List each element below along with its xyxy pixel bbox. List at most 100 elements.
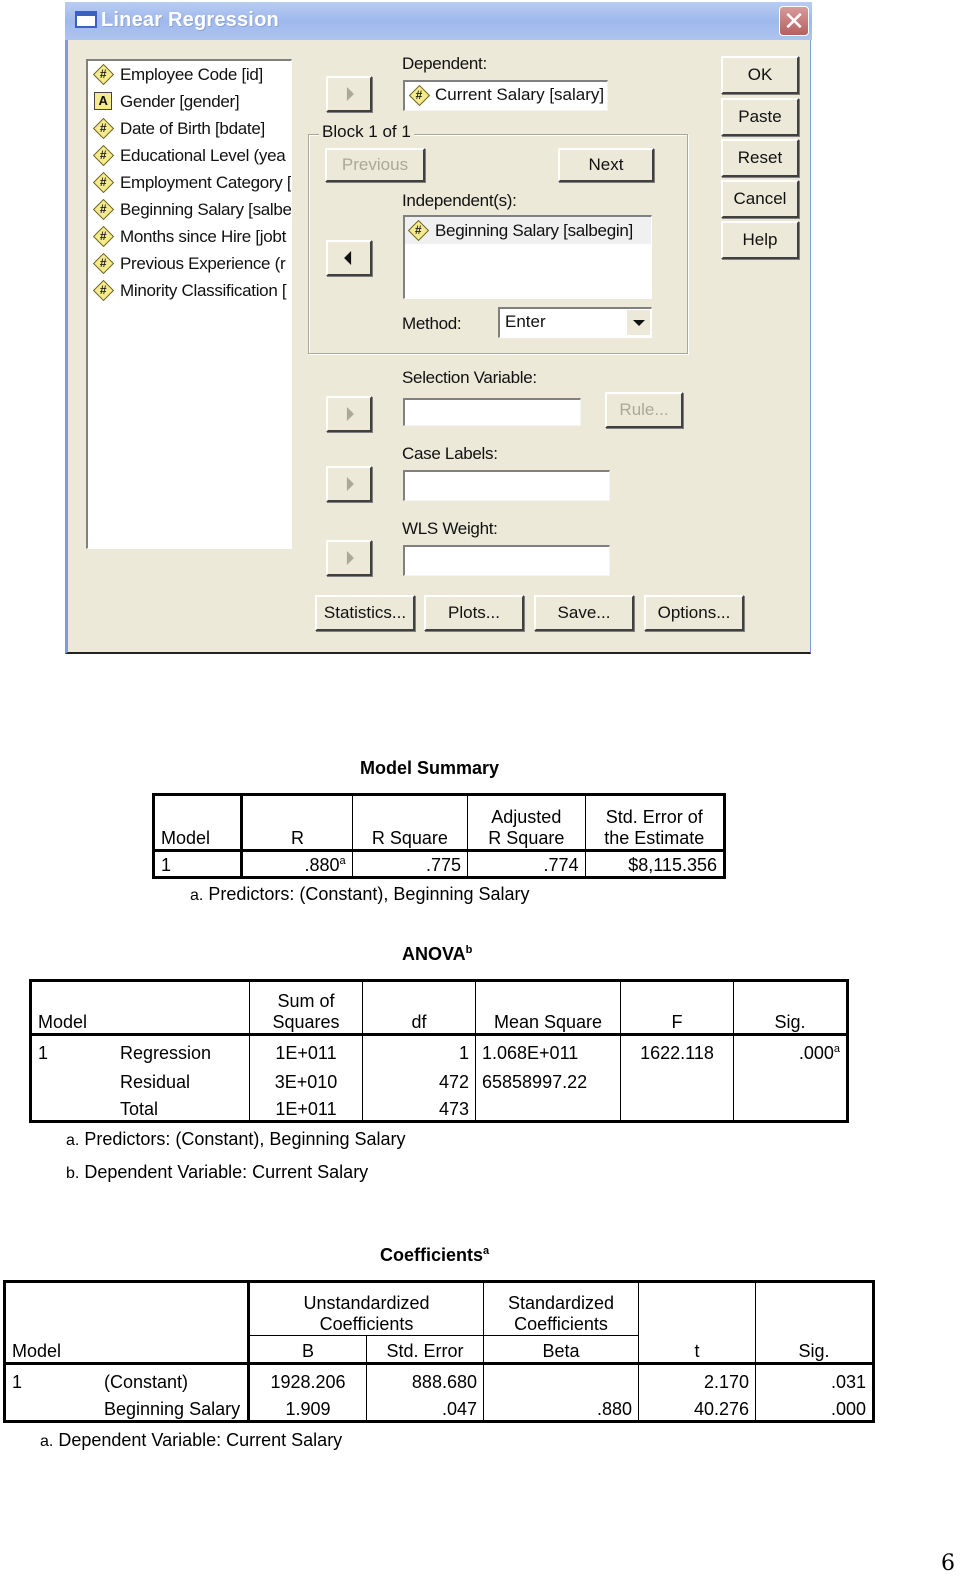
title-bar[interactable]: Linear Regression ✕: [65, 2, 812, 40]
cell-source: Regression: [114, 1034, 250, 1064]
header-se-line2: the Estimate: [604, 828, 705, 848]
r-footnote-mark: a: [339, 855, 346, 867]
footnote-mark: b.: [66, 1165, 80, 1182]
window-icon: [75, 11, 97, 28]
cell-sig: .031: [830, 1371, 866, 1392]
header-r-square-text: R Square: [371, 828, 448, 848]
variable-list-item[interactable]: Employee Code [id]: [88, 61, 291, 88]
ok-button[interactable]: OK: [721, 56, 799, 94]
cell-std-error: 888.680: [366, 1363, 484, 1393]
plots-button[interactable]: Plots...: [424, 595, 524, 631]
table-row: Residual 3E+010 472 65858997.22: [31, 1063, 848, 1093]
independent-item[interactable]: Beginning Salary [salbegin]: [405, 217, 651, 244]
selection-variable-field[interactable]: [403, 398, 581, 426]
coefficients-table: Model Unstandardized Coefficients Standa…: [3, 1280, 875, 1423]
paste-button[interactable]: Paste: [721, 98, 799, 136]
cell-sum-of-squares-text: 1E+011: [275, 1099, 337, 1119]
independents-label: Independent(s):: [402, 191, 517, 210]
close-button[interactable]: ✕: [779, 6, 809, 36]
anova-footnote-b: b. Dependent Variable: Current Salary: [66, 1162, 368, 1183]
variable-list-item[interactable]: A Gender [gender]: [88, 88, 291, 115]
anova-title-mark: b: [465, 944, 473, 956]
model-summary-table: Model R R Square Adjusted R Square Std. …: [152, 793, 726, 879]
numeric-variable-icon: [94, 119, 112, 137]
variable-label: Months since Hire [jobt: [120, 227, 287, 246]
cell-mean-square: 65858997.22: [475, 1063, 621, 1093]
wls-weight-field[interactable]: [403, 545, 610, 576]
header-adj-r-square: Adjusted R Square: [467, 794, 586, 851]
footnote-mark: a.: [40, 1433, 54, 1450]
footnote-mark: a.: [190, 887, 204, 904]
variable-list-item[interactable]: Previous Experience (r: [88, 250, 291, 277]
model-summary-footnote: a. Predictors: (Constant), Beginning Sal…: [190, 884, 530, 905]
variable-list[interactable]: Employee Code [id] A Gender [gender] Date o…: [86, 59, 292, 549]
move-independent-back-button[interactable]: [326, 240, 372, 276]
cell-f: 1622.118: [620, 1034, 734, 1064]
header-std-error: Std. Error of the Estimate: [585, 795, 724, 851]
options-button[interactable]: Options...: [644, 595, 744, 631]
cell-adj-r-square: .774: [467, 850, 586, 878]
header-f: F: [620, 980, 734, 1035]
cell-sum-of-squares: 1E+011: [249, 1034, 363, 1064]
reset-button[interactable]: Reset: [721, 139, 799, 177]
numeric-variable-icon: [94, 200, 112, 218]
numeric-variable-icon: [94, 254, 112, 272]
move-to-wls-button[interactable]: [326, 540, 372, 576]
independents-list[interactable]: Beginning Salary [salbegin]: [403, 215, 652, 299]
anova-footnote-a: a. Predictors: (Constant), Beginning Sal…: [66, 1129, 406, 1150]
dialog-title: Linear Regression: [101, 9, 279, 31]
header-r-square: R Square: [352, 794, 469, 851]
numeric-variable-icon: [94, 227, 112, 245]
variable-list-item[interactable]: Beginning Salary [salbe: [88, 196, 291, 223]
next-button[interactable]: Next: [558, 148, 654, 182]
header-std-error: Std. Error: [366, 1335, 484, 1364]
arrow-right-icon: [346, 407, 354, 421]
cell-df: 472: [362, 1063, 476, 1093]
cell-model: 1: [12, 1371, 23, 1392]
save-button[interactable]: Save...: [534, 595, 634, 631]
move-to-case-labels-button[interactable]: [326, 466, 372, 502]
cell-sig: .000: [830, 1399, 866, 1419]
cell-source-text: Regression: [120, 1042, 212, 1063]
footnote-text: Dependent Variable: Current Salary: [58, 1430, 343, 1450]
variable-list-item[interactable]: Date of Birth [bdate]: [88, 115, 291, 142]
cell-std-error: .047: [366, 1392, 484, 1422]
variable-label: Educational Level (yea: [120, 146, 286, 165]
statistics-button[interactable]: Statistics...: [315, 595, 415, 631]
cancel-button[interactable]: Cancel: [721, 180, 799, 218]
footnote-text: Dependent Variable: Current Salary: [84, 1162, 369, 1182]
cell-std-error: $8,115.356: [628, 855, 717, 875]
variable-list-item[interactable]: Months since Hire [jobt: [88, 223, 291, 250]
arrow-left-icon: [344, 251, 352, 265]
previous-button[interactable]: Previous: [325, 148, 425, 182]
rule-button[interactable]: Rule...: [605, 392, 683, 428]
dependent-field[interactable]: Current Salary [salary]: [403, 80, 608, 111]
anova-title-text: ANOVA: [402, 944, 466, 964]
anova-table: Model Sum of Squares df Mean Square F Si…: [29, 979, 849, 1123]
cell-beta: .880: [483, 1392, 639, 1422]
cell-r: .880a: [241, 850, 353, 878]
variable-list-item[interactable]: Educational Level (yea: [88, 142, 291, 169]
arrow-right-icon: [346, 551, 354, 565]
cell-sum-of-squares: 1E+011: [249, 1092, 363, 1122]
help-button[interactable]: Help: [721, 221, 799, 259]
move-to-selection-button[interactable]: [326, 396, 372, 432]
cell-df-text: 473: [438, 1099, 469, 1119]
header-row: Model R R Square Adjusted R Square Std. …: [153, 794, 725, 851]
cell-mean-square-text: 65858997.22: [482, 1071, 588, 1092]
coefficients-title: Coefficientsa: [380, 1245, 489, 1266]
block-label: Block 1 of 1: [319, 122, 414, 142]
variable-list-item[interactable]: Employment Category [: [88, 169, 291, 196]
cell-t: 40.276: [638, 1392, 756, 1422]
move-to-dependent-button[interactable]: [326, 76, 372, 112]
dropdown-arrow-icon[interactable]: [626, 310, 650, 335]
cell-sig: .000a: [734, 1035, 848, 1064]
cell-f: [620, 1063, 734, 1093]
header-beta: Beta: [483, 1335, 639, 1364]
numeric-variable-icon: [410, 86, 428, 104]
case-labels-field[interactable]: [403, 470, 610, 501]
header-t: t: [638, 1281, 756, 1365]
variable-list-item[interactable]: Minority Classification [: [88, 277, 291, 304]
method-select[interactable]: Enter: [498, 307, 652, 338]
selection-variable-label: Selection Variable:: [402, 368, 537, 387]
